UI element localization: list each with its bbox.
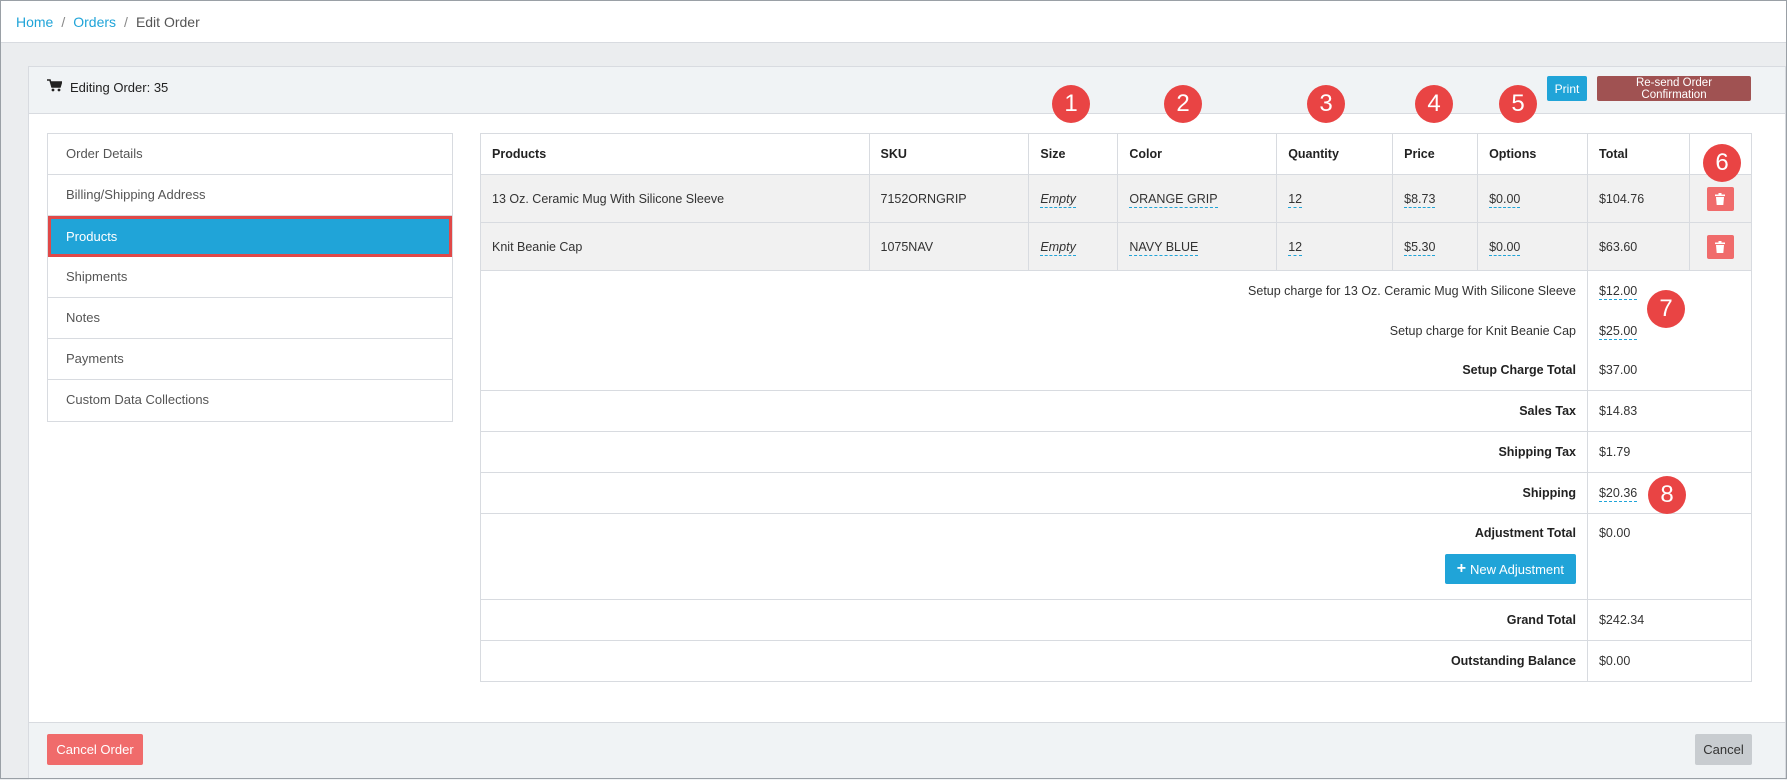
options-editable[interactable]: $0.00 [1489, 239, 1521, 256]
shipping-tax-label: Shipping Tax [480, 431, 1588, 473]
color-editable[interactable]: NAVY BLUE [1129, 239, 1199, 256]
products-table: Products SKU Size Color Quantity Price O… [480, 133, 1753, 682]
product-sku: 7152ORNGRIP [868, 174, 1030, 223]
annotation-marker: 6 [1703, 144, 1741, 182]
outstanding-balance-value: $0.00 [1586, 640, 1753, 682]
new-adjustment-label: New Adjustment [1470, 561, 1564, 577]
shopping-cart-icon [47, 79, 63, 95]
print-button[interactable]: Print [1547, 76, 1587, 101]
annotation-marker: 2 [1164, 85, 1202, 123]
grand-total-label: Grand Total [480, 599, 1588, 641]
setup-charge-row: Setup charge for 13 Oz. Ceramic Mug With… [480, 270, 1753, 311]
column-header-color: Color [1117, 133, 1278, 175]
annotation-marker: 7 [1647, 290, 1685, 328]
adjustment-row: Adjustment Total + New Adjustment $0.00 [480, 513, 1753, 600]
sales-tax-value: $14.83 [1586, 390, 1753, 432]
resend-confirmation-button[interactable]: Re-send Order Confirmation [1597, 76, 1751, 101]
shipping-editable[interactable]: $20.36 [1598, 486, 1638, 502]
setup-charge-editable[interactable]: $25.00 [1598, 323, 1638, 340]
trash-icon [1715, 240, 1726, 253]
sidebar-item-notes[interactable]: Notes [48, 298, 452, 339]
column-header-total: Total [1586, 133, 1690, 175]
quantity-editable[interactable]: 12 [1288, 239, 1303, 256]
card-footer: Cancel Order Cancel [29, 722, 1785, 780]
shipping-tax-row: Shipping Tax $1.79 [480, 431, 1753, 473]
line-total: $63.60 [1586, 222, 1690, 271]
breadcrumb-home-link[interactable]: Home [16, 14, 53, 30]
sidebar-item-billing-shipping[interactable]: Billing/Shipping Address [48, 175, 452, 216]
trash-icon [1715, 192, 1726, 205]
cancel-button[interactable]: Cancel [1695, 734, 1752, 765]
editing-order-title: Editing Order: 35 [70, 79, 169, 95]
grand-total-value: $242.34 [1586, 599, 1753, 641]
adjustment-total-label: Adjustment Total [1474, 526, 1576, 540]
product-name: Knit Beanie Cap [480, 222, 870, 271]
shipping-label: Shipping [480, 472, 1588, 514]
column-header-quantity: Quantity [1276, 133, 1394, 175]
product-sku: 1075NAV [868, 222, 1030, 271]
plus-icon: + [1456, 560, 1467, 577]
price-editable[interactable]: $8.73 [1404, 191, 1436, 208]
size-editable[interactable]: Empty [1040, 239, 1076, 256]
sales-tax-label: Sales Tax [480, 390, 1588, 432]
annotation-marker: 3 [1307, 85, 1345, 123]
setup-total-label: Setup Charge Total [480, 350, 1588, 391]
setup-charge-label: Setup charge for 13 Oz. Ceramic Mug With… [480, 270, 1588, 311]
breadcrumb-separator: / [124, 13, 128, 30]
price-editable[interactable]: $5.30 [1404, 239, 1436, 256]
breadcrumb-orders-link[interactable]: Orders [73, 14, 116, 30]
quantity-editable[interactable]: 12 [1288, 191, 1303, 208]
cancel-order-button[interactable]: Cancel Order [47, 734, 143, 765]
column-header-price: Price [1392, 133, 1479, 175]
column-header-size: Size [1028, 133, 1119, 175]
color-editable[interactable]: ORANGE GRIP [1129, 191, 1218, 208]
sidebar-item-order-details[interactable]: Order Details [48, 134, 452, 175]
table-row: 13 Oz. Ceramic Mug With Silicone Sleeve … [480, 174, 1753, 223]
table-header-row: Products SKU Size Color Quantity Price O… [480, 133, 1753, 175]
product-name: 13 Oz. Ceramic Mug With Silicone Sleeve [480, 174, 870, 223]
size-editable[interactable]: Empty [1040, 191, 1076, 208]
sidebar-item-shipments[interactable]: Shipments [48, 257, 452, 298]
annotation-marker: 8 [1648, 476, 1686, 514]
column-header-options: Options [1477, 133, 1588, 175]
shipping-row: Shipping $20.36 [480, 472, 1753, 514]
grand-total-row: Grand Total $242.34 [480, 599, 1753, 641]
annotation-marker: 5 [1499, 85, 1537, 123]
sales-tax-row: Sales Tax $14.83 [480, 390, 1753, 432]
annotation-marker: 4 [1415, 85, 1453, 123]
column-header-sku: SKU [868, 133, 1030, 175]
setup-charge-label: Setup charge for Knit Beanie Cap [480, 310, 1588, 351]
adjustment-total-value: $0.00 [1586, 513, 1753, 600]
setup-charge-row: Setup charge for Knit Beanie Cap $25.00 [480, 310, 1753, 351]
annotation-marker: 1 [1052, 85, 1090, 123]
order-sidebar: Order Details Billing/Shipping Address P… [47, 133, 453, 422]
shipping-tax-value: $1.79 [1586, 431, 1753, 473]
setup-total-row: Setup Charge Total $37.00 [480, 350, 1753, 391]
sidebar-item-products[interactable]: Products [48, 216, 452, 257]
outstanding-balance-row: Outstanding Balance $0.00 [480, 640, 1753, 682]
table-row: Knit Beanie Cap 1075NAV Empty NAVY BLUE … [480, 222, 1753, 271]
outstanding-balance-label: Outstanding Balance [480, 640, 1588, 682]
delete-product-button[interactable] [1706, 186, 1734, 211]
setup-total-value: $37.00 [1586, 350, 1753, 391]
page-title: Editing Order: 35 [47, 79, 168, 95]
setup-charge-editable[interactable]: $12.00 [1598, 283, 1638, 300]
line-total: $104.76 [1586, 174, 1690, 223]
new-adjustment-button[interactable]: + New Adjustment [1444, 554, 1576, 584]
breadcrumb-separator: / [61, 13, 66, 30]
sidebar-item-payments[interactable]: Payments [48, 339, 452, 380]
breadcrumb: Home / Orders / Edit Order [1, 1, 1786, 43]
sidebar-item-custom-data[interactable]: Custom Data Collections [48, 380, 452, 421]
options-editable[interactable]: $0.00 [1489, 191, 1521, 208]
column-header-products: Products [480, 133, 870, 175]
delete-product-button[interactable] [1706, 234, 1734, 259]
edit-order-card: Editing Order: 35 Print Re-send Order Co… [28, 66, 1786, 780]
breadcrumb-current: Edit Order [135, 13, 200, 30]
